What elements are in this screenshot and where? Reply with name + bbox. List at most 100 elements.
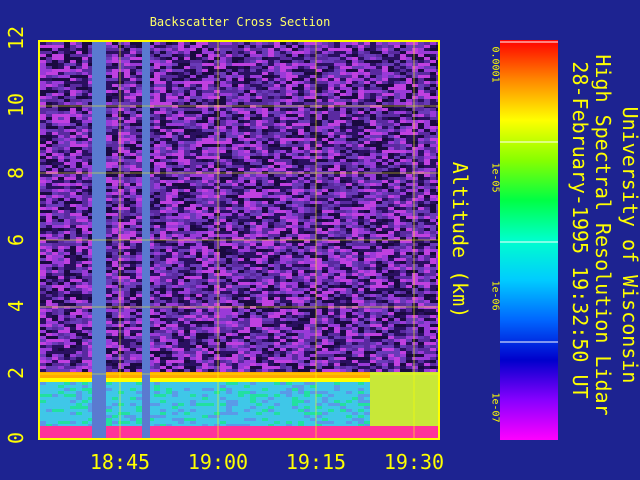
noise-cell <box>274 216 280 219</box>
noise-cell <box>238 213 244 216</box>
noise-cell <box>406 189 412 192</box>
noise-cell <box>322 108 328 111</box>
noise-cell <box>298 168 304 171</box>
noise-cell <box>400 231 406 234</box>
noise-cell <box>256 180 262 183</box>
noise-cell <box>346 216 352 219</box>
noise-cell <box>154 249 160 252</box>
noise-cell <box>226 192 232 195</box>
noise-cell <box>298 222 304 225</box>
noise-cell <box>226 60 232 63</box>
noise-cell <box>220 201 226 204</box>
noise-cell <box>376 192 382 195</box>
noise-cell <box>364 162 370 165</box>
noise-cell <box>76 120 82 123</box>
noise-cell <box>268 192 274 195</box>
noise-cell <box>358 126 364 129</box>
noise-cell <box>364 57 370 60</box>
noise-cell <box>226 174 232 177</box>
noise-cell <box>268 51 274 54</box>
noise-cell <box>418 120 424 123</box>
noise-cell <box>118 234 124 237</box>
noise-cell <box>364 96 370 99</box>
noise-cell <box>244 252 250 255</box>
noise-cell <box>316 204 322 207</box>
noise-cell <box>238 108 244 111</box>
noise-cell <box>124 114 130 117</box>
noise-cell <box>424 150 430 153</box>
noise-cell <box>316 51 322 54</box>
noise-cell <box>130 153 136 156</box>
noise-cell <box>160 123 166 126</box>
noise-cell <box>304 213 310 216</box>
noise-cell <box>346 159 352 162</box>
noise-cell <box>328 243 334 246</box>
noise-cell <box>436 243 438 246</box>
noise-cell <box>130 222 136 225</box>
noise-cell <box>160 60 166 63</box>
noise-cell <box>196 219 202 222</box>
noise-cell <box>376 168 382 171</box>
noise-cell <box>418 162 424 165</box>
noise-cell <box>388 240 394 243</box>
noise-cell <box>184 78 190 81</box>
noise-cell <box>286 102 292 105</box>
noise-cell <box>40 132 46 135</box>
noise-cell <box>388 231 394 234</box>
noise-cell <box>334 66 340 69</box>
noise-cell <box>178 225 184 228</box>
noise-cell <box>322 186 328 189</box>
noise-cell <box>382 249 388 252</box>
noise-cell <box>364 150 370 153</box>
noise-cell <box>412 228 418 231</box>
noise-cell <box>328 138 334 141</box>
noise-cell <box>124 72 130 75</box>
noise-cell <box>292 63 298 66</box>
noise-cell <box>376 102 382 105</box>
noise-cell <box>196 243 202 246</box>
noise-cell <box>250 126 256 129</box>
noise-cell <box>154 123 160 126</box>
noise-cell <box>268 141 274 144</box>
noise-cell <box>364 249 370 252</box>
noise-cell <box>406 120 412 123</box>
noise-cell <box>166 177 172 180</box>
noise-cell <box>370 180 376 183</box>
noise-cell <box>322 210 328 213</box>
noise-cell <box>172 201 178 204</box>
noise-cell <box>430 237 436 240</box>
noise-cell <box>232 186 238 189</box>
noise-cell <box>256 204 262 207</box>
noise-cell <box>274 246 280 249</box>
noise-cell <box>304 237 310 240</box>
noise-cell <box>310 165 316 168</box>
noise-cell <box>112 162 118 165</box>
noise-cell <box>418 102 424 105</box>
noise-cell <box>328 228 334 231</box>
noise-cell <box>364 231 370 234</box>
noise-cell <box>202 234 208 237</box>
noise-cell <box>220 69 226 72</box>
noise-cell <box>154 201 160 204</box>
noise-cell <box>358 117 364 120</box>
noise-cell <box>394 255 400 258</box>
noise-cell <box>430 72 436 75</box>
noise-cell <box>136 141 142 144</box>
noise-cell <box>238 90 244 93</box>
noise-cell <box>178 150 184 153</box>
noise-cell <box>418 252 424 255</box>
noise-cell <box>358 48 364 51</box>
noise-cell <box>202 69 208 72</box>
noise-cell <box>268 246 274 249</box>
noise-cell <box>112 213 118 216</box>
noise-cell <box>292 240 298 243</box>
noise-cell <box>208 129 214 132</box>
noise-cell <box>40 195 46 198</box>
noise-cell <box>160 75 166 78</box>
noise-cell <box>250 240 256 243</box>
noise-cell <box>358 216 364 219</box>
noise-cell <box>316 195 322 198</box>
noise-cell <box>82 99 88 102</box>
noise-cell <box>310 228 316 231</box>
noise-cell <box>160 102 166 105</box>
